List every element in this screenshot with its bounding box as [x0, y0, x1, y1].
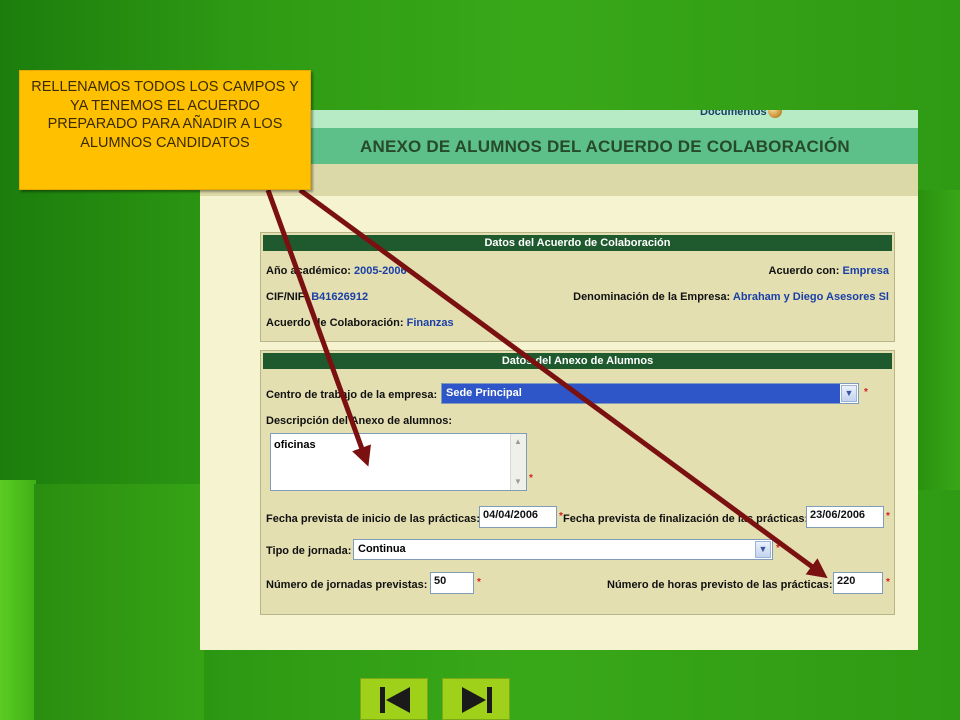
textarea-scrollbar[interactable]: ▲ ▼ [510, 434, 526, 490]
cif-field: CIF/NIF: B41626912 [266, 291, 368, 303]
acuerdo-panel-header: Datos del Acuerdo de Colaboración [263, 235, 892, 251]
slide-decoration-left-inner [34, 484, 204, 720]
num-horas-input[interactable]: 220 [833, 572, 883, 594]
descripcion-value: oficinas [274, 439, 316, 451]
acuerdo-con-field: Acuerdo con: Empresa [769, 265, 889, 277]
denominacion-value: Abraham y Diego Asesores Sl [732, 291, 889, 303]
chevron-down-icon[interactable]: ▼ [841, 385, 857, 402]
num-jornadas-label: Número de jornadas previstas: [266, 579, 428, 591]
centro-trabajo-select[interactable]: Sede Principal ▼ [441, 383, 859, 404]
skip-last-icon [462, 687, 492, 713]
chevron-down-icon[interactable]: ▼ [755, 541, 771, 558]
cif-value: B41626912 [311, 291, 369, 303]
embedded-app-screenshot: Documentos ANEXO DE ALUMNOS DEL ACUERDO … [200, 110, 918, 650]
callout-text: RELLENAMOS TODOS LOS CAMPOS Y YA TENEMOS… [31, 79, 299, 151]
page-title: ANEXO DE ALUMNOS DEL ACUERDO DE COLABORA… [360, 137, 850, 156]
acuerdo-con-value: Empresa [842, 265, 889, 277]
descripcion-textarea[interactable]: oficinas ▲ ▼ [270, 433, 527, 491]
fecha-inicio-label: Fecha prevista de inicio de las práctica… [266, 513, 480, 525]
tipo-jornada-label: Tipo de jornada: [266, 545, 352, 557]
cif-label: CIF/NIF: [266, 291, 309, 303]
required-mark: * [864, 387, 868, 398]
skip-first-icon [380, 687, 410, 713]
denominacion-field: Denominación de la Empresa: Abraham y Di… [573, 291, 889, 303]
anexo-panel-header: Datos del Anexo de Alumnos [263, 353, 892, 369]
acuerdo-colaboracion-label: Acuerdo de Colaboración: [266, 317, 404, 329]
documentos-link[interactable]: Documentos [700, 110, 767, 118]
slide-decoration-right [918, 190, 960, 490]
fecha-inicio-input[interactable]: 04/04/2006 [479, 506, 557, 528]
required-mark: * [477, 577, 481, 588]
anio-academico-field: Año académico: 2005-2006 [266, 265, 407, 277]
centro-label: Centro de trabajo de la empresa: [266, 389, 438, 401]
last-slide-button[interactable] [442, 678, 510, 720]
anio-academico-value: 2005-2006 [354, 265, 407, 277]
fecha-fin-label: Fecha prevista de finalización de las pr… [563, 513, 809, 525]
acuerdo-colaboracion-field: Acuerdo de Colaboración: Finanzas [266, 317, 454, 329]
fecha-fin-input[interactable]: 23/06/2006 [806, 506, 884, 528]
first-slide-button[interactable] [360, 678, 428, 720]
descripcion-label: Descripción del Anexo de alumnos: [266, 415, 453, 427]
slide-decoration-left [0, 480, 36, 720]
acuerdo-con-label: Acuerdo con: [768, 265, 840, 277]
required-mark: * [776, 543, 780, 554]
tipo-jornada-select[interactable]: Continua ▼ [353, 539, 773, 560]
acuerdo-panel: Datos del Acuerdo de Colaboración Año ac… [260, 232, 895, 342]
anio-academico-label: Año académico: [266, 265, 351, 277]
required-mark: * [886, 577, 890, 588]
acuerdo-colaboracion-value: Finanzas [406, 317, 454, 329]
num-horas-label: Número de horas previsto de las práctica… [607, 579, 833, 591]
instruction-callout: RELLENAMOS TODOS LOS CAMPOS Y YA TENEMOS… [19, 70, 311, 190]
scroll-down-icon[interactable]: ▼ [512, 475, 524, 489]
centro-trabajo-value: Sede Principal [442, 384, 840, 403]
scroll-up-icon[interactable]: ▲ [512, 435, 524, 449]
num-jornadas-input[interactable]: 50 [430, 572, 474, 594]
denominacion-label: Denominación de la Empresa: [573, 291, 731, 303]
anexo-panel: Datos del Anexo de Alumnos Centro de tra… [260, 350, 895, 615]
required-mark: * [886, 511, 890, 522]
tipo-jornada-value: Continua [358, 543, 406, 555]
required-mark: * [529, 473, 533, 484]
